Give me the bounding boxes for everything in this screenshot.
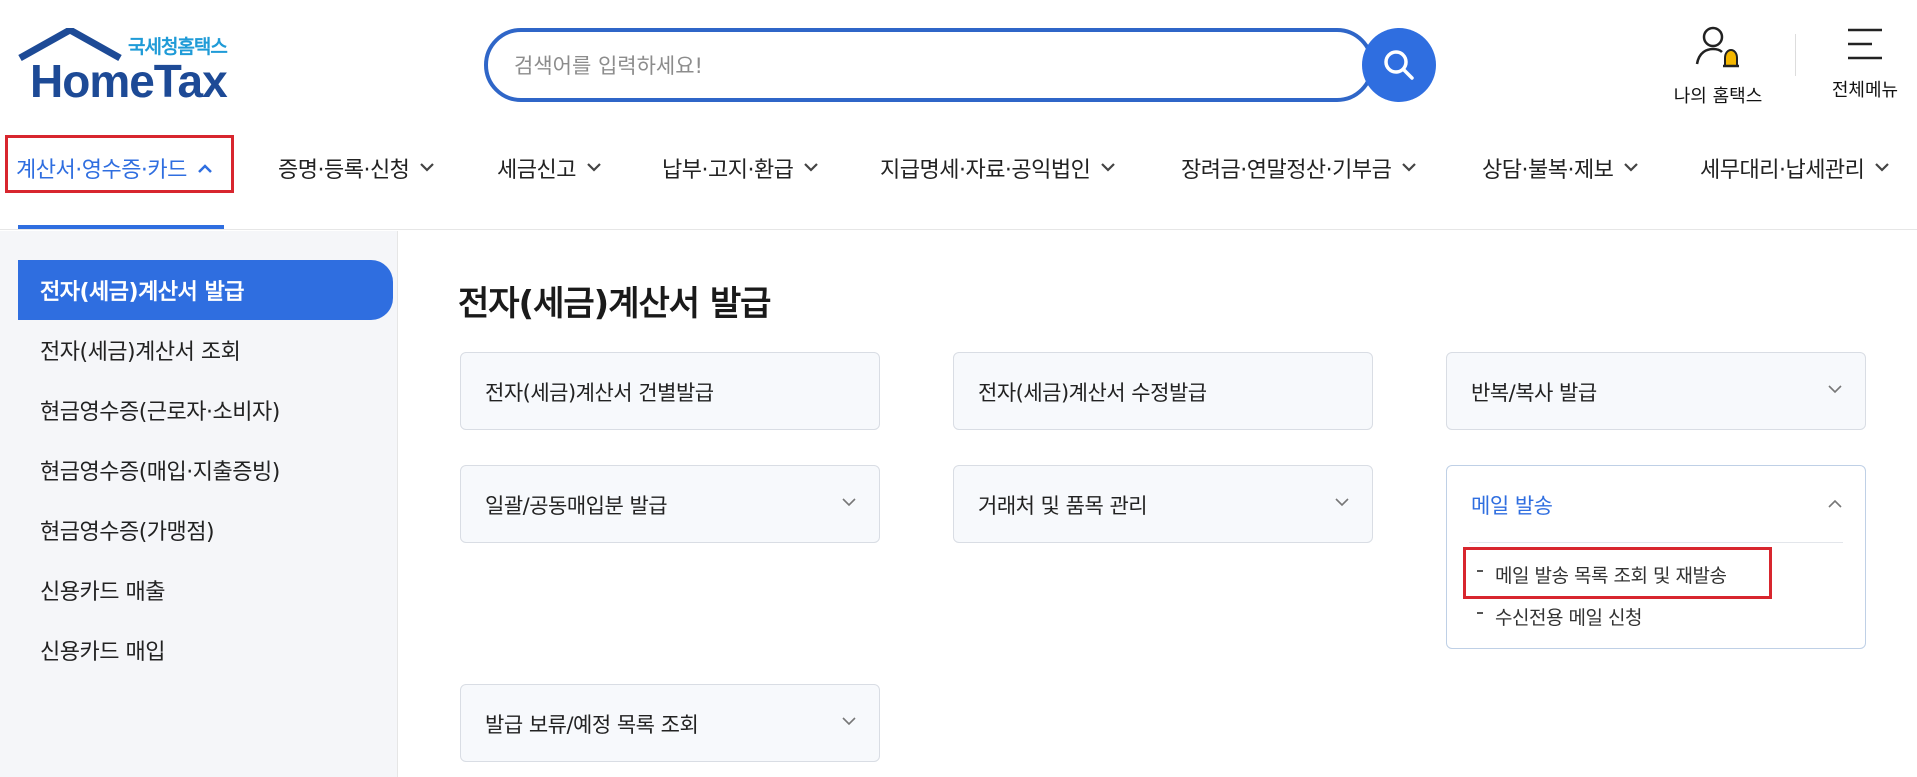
search-input[interactable] bbox=[514, 46, 1334, 86]
sidebar-item-invoice-inquiry[interactable]: 전자(세금)계산서 조회 bbox=[18, 320, 393, 380]
gnb-label: 장려금·연말정산·기부금 bbox=[1181, 158, 1392, 183]
gnb-label: 상담·불복·제보 bbox=[1482, 158, 1614, 183]
chevron-down-icon bbox=[842, 498, 856, 507]
chevron-down-icon bbox=[420, 163, 435, 172]
sidebar-item-label: 현금영수증(매입·지출증빙) bbox=[40, 460, 280, 485]
sidebar: 전자(세금)계산서 발급 전자(세금)계산서 조회 현금영수증(근로자·소비자)… bbox=[0, 231, 398, 777]
card-repeat-copy-issue[interactable]: 반복/복사 발급 bbox=[1446, 352, 1866, 430]
sidebar-item-cash-receipt-consumer[interactable]: 현금영수증(근로자·소비자) bbox=[18, 380, 393, 440]
search-box bbox=[484, 28, 1374, 102]
sidebar-item-cash-receipt-expense[interactable]: 현금영수증(매입·지출증빙) bbox=[18, 440, 393, 500]
page-title: 전자(세금)계산서 발급 bbox=[458, 284, 771, 324]
highlight-box-sub-link bbox=[1463, 547, 1772, 599]
gnb-item-consult[interactable]: 상담·불복·제보 bbox=[1482, 132, 1639, 204]
search-button[interactable] bbox=[1362, 28, 1436, 102]
card-label: 전자(세금)계산서 건별발급 bbox=[485, 381, 714, 405]
gnb-item-payment[interactable]: 납부·고지·환급 bbox=[662, 132, 819, 204]
highlight-box-gnb bbox=[5, 135, 234, 193]
chevron-down-icon bbox=[1335, 498, 1349, 507]
card-bulk-issue[interactable]: 일괄/공동매입분 발급 bbox=[460, 465, 880, 543]
gnb-label: 납부·고지·환급 bbox=[662, 158, 794, 183]
logo-wordmark: HomeTax bbox=[30, 55, 228, 107]
gnb-item-certificate[interactable]: 증명·등록·신청 bbox=[278, 132, 435, 204]
chevron-up-icon bbox=[1828, 499, 1842, 508]
chevron-down-icon bbox=[587, 163, 601, 172]
gnb-item-incentive[interactable]: 장려금·연말정산·기부금 bbox=[1181, 132, 1417, 204]
user-bell-icon bbox=[1695, 26, 1739, 68]
gnb-item-statement[interactable]: 지급명세·자료·공익법인 bbox=[880, 132, 1116, 204]
header: 국세청홈택스 HomeTax 나의 홈택스 전체메뉴 bbox=[0, 0, 1917, 130]
card-label: 일괄/공동매입분 발급 bbox=[485, 494, 668, 518]
active-gnb-underline bbox=[18, 225, 224, 229]
card-partner-item-management[interactable]: 거래처 및 품목 관리 bbox=[953, 465, 1373, 543]
all-menu-button[interactable]: 전체메뉴 bbox=[1820, 24, 1910, 102]
my-hometax-label: 나의 홈택스 bbox=[1673, 86, 1763, 107]
gnb-item-agent[interactable]: 세무대리·납세관리 bbox=[1700, 132, 1890, 204]
chevron-down-icon bbox=[1624, 163, 1639, 172]
sidebar-item-card-sales[interactable]: 신용카드 매출 bbox=[18, 560, 393, 620]
sidebar-item-label: 전자(세금)계산서 발급 bbox=[40, 280, 244, 305]
card-hold-scheduled-list[interactable]: 발급 보류/예정 목록 조회 bbox=[460, 684, 880, 762]
all-menu-label: 전체메뉴 bbox=[1831, 80, 1899, 101]
gnb-label: 증명·등록·신청 bbox=[278, 158, 410, 183]
sidebar-item-label: 현금영수증(가맹점) bbox=[40, 520, 215, 545]
chevron-down-icon bbox=[1402, 163, 1417, 172]
hamburger-icon bbox=[1848, 28, 1882, 60]
sub-link-label: 수신전용 메일 신청 bbox=[1495, 607, 1642, 629]
gnb-item-tax-report[interactable]: 세금신고 bbox=[497, 132, 602, 204]
chevron-down-icon bbox=[842, 717, 856, 726]
sidebar-item-card-purchase[interactable]: 신용카드 매입 bbox=[18, 620, 393, 680]
card-amend-issue[interactable]: 전자(세금)계산서 수정발급 bbox=[953, 352, 1373, 430]
sidebar-item-cash-receipt-merchant[interactable]: 현금영수증(가맹점) bbox=[18, 500, 393, 560]
sidebar-item-label: 신용카드 매출 bbox=[40, 580, 165, 605]
main-navigation: 계산서·영수증·카드 증명·등록·신청 세금신고 납부·고지·환급 지급명세·자… bbox=[0, 132, 1917, 230]
chevron-down-icon bbox=[1101, 163, 1116, 172]
card-label: 반복/복사 발급 bbox=[1471, 381, 1597, 405]
gnb-label: 지급명세·자료·공익법인 bbox=[880, 158, 1091, 183]
sidebar-item-invoice-issue[interactable]: 전자(세금)계산서 발급 bbox=[18, 260, 393, 320]
chevron-down-icon bbox=[1828, 385, 1842, 394]
card-divider bbox=[1469, 542, 1843, 543]
sidebar-item-label: 신용카드 매입 bbox=[40, 640, 165, 665]
sidebar-item-label: 전자(세금)계산서 조회 bbox=[40, 340, 241, 365]
sub-link-receive-only-mail[interactable]: 수신전용 메일 신청 bbox=[1477, 603, 1642, 630]
sidebar-item-label: 현금영수증(근로자·소비자) bbox=[40, 400, 280, 425]
chevron-down-icon bbox=[804, 163, 819, 172]
gnb-label: 세무대리·납세관리 bbox=[1700, 158, 1865, 183]
card-label: 거래처 및 품목 관리 bbox=[978, 494, 1148, 518]
hometax-logo[interactable]: 국세청홈택스 HomeTax bbox=[18, 28, 243, 107]
card-label: 메일 발송 bbox=[1471, 494, 1553, 518]
card-label: 발급 보류/예정 목록 조회 bbox=[485, 713, 699, 737]
card-label: 전자(세금)계산서 수정발급 bbox=[978, 381, 1207, 405]
card-single-issue[interactable]: 전자(세금)계산서 건별발급 bbox=[460, 352, 880, 430]
header-divider bbox=[1795, 34, 1796, 76]
gnb-label: 세금신고 bbox=[497, 158, 576, 183]
search-icon bbox=[1384, 50, 1414, 80]
dash-bullet bbox=[1477, 611, 1483, 614]
my-hometax-link[interactable]: 나의 홈택스 bbox=[1664, 24, 1772, 108]
chevron-down-icon bbox=[1875, 163, 1890, 172]
